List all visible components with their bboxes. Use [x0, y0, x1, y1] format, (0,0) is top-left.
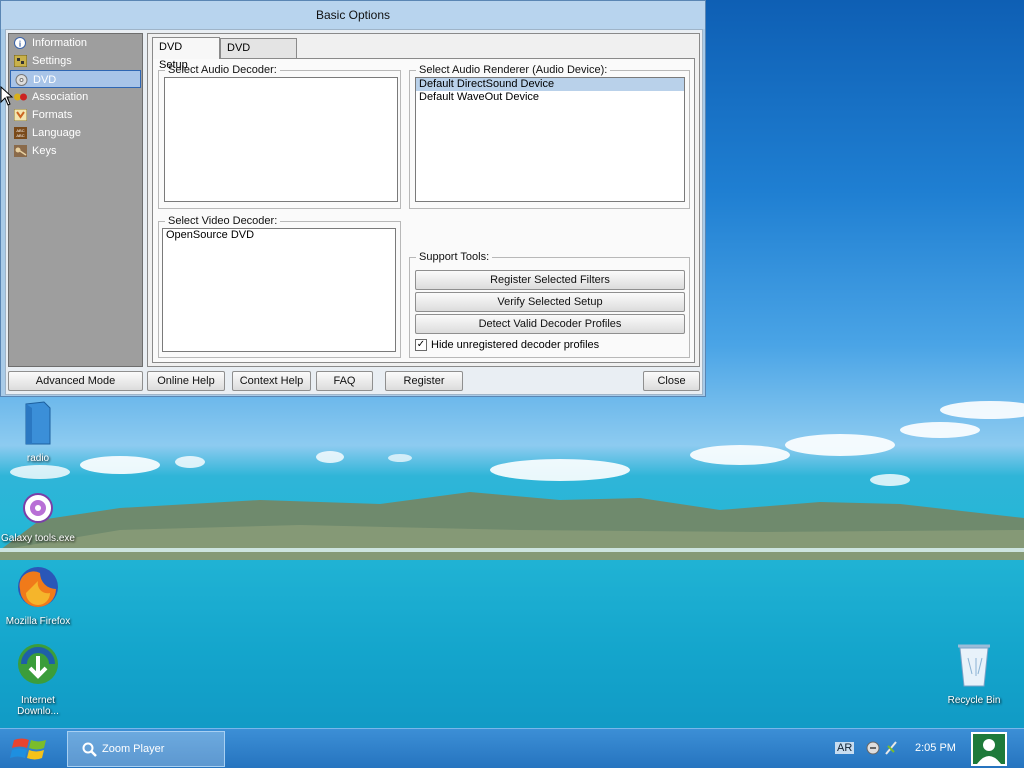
- context-help-button[interactable]: Context Help: [232, 371, 311, 391]
- sidebar-item-label: Association: [32, 91, 89, 103]
- sidebar-item-formats[interactable]: Formats: [10, 106, 141, 124]
- tab-dvd-setup[interactable]: DVD Setup: [152, 37, 220, 71]
- audio-renderer-list[interactable]: Default DirectSound Device Default WaveO…: [415, 77, 685, 202]
- info-icon: i: [14, 37, 27, 49]
- window-title[interactable]: Basic Options: [1, 1, 705, 29]
- tab-dvd-settings[interactable]: DVD Settings: [220, 38, 297, 72]
- desktop-icon-label: Internet Downlo...: [17, 695, 59, 717]
- desktop-icon-galaxy-tools[interactable]: Galaxy tools.exe: [0, 490, 76, 544]
- sidebar-item-language[interactable]: ABC ABC Language: [10, 124, 141, 142]
- desktop-icon-label: Recycle Bin: [947, 695, 1001, 706]
- desktop-icon-idm[interactable]: Internet Downlo...: [0, 642, 76, 717]
- sidebar-item-settings[interactable]: Settings: [10, 52, 141, 70]
- desktop-icon-label: Mozilla Firefox: [5, 616, 71, 627]
- detect-decoder-profiles-button[interactable]: Detect Valid Decoder Profiles: [415, 314, 685, 334]
- sidebar: i Information Settings DVD Association F…: [8, 33, 143, 367]
- list-item[interactable]: Default DirectSound Device: [416, 78, 684, 91]
- volume-icon[interactable]: [866, 741, 880, 755]
- list-item[interactable]: OpenSource DVD: [163, 229, 395, 242]
- dvd-icon: [15, 74, 28, 86]
- hide-unregistered-checkbox[interactable]: ✓ Hide unregistered decoder profiles: [415, 339, 600, 352]
- video-decoder-list[interactable]: OpenSource DVD: [162, 228, 396, 352]
- sidebar-item-label: Language: [32, 127, 81, 139]
- keys-icon: [14, 145, 27, 157]
- galaxy-icon: [0, 490, 76, 529]
- lake-shore: [0, 548, 1024, 552]
- sidebar-item-label: Settings: [32, 55, 72, 67]
- settings-icon: [13, 54, 28, 68]
- network-icon[interactable]: [884, 740, 898, 756]
- advanced-mode-button[interactable]: Advanced Mode: [8, 371, 143, 391]
- desktop-icon-firefox[interactable]: Mozilla Firefox: [0, 565, 76, 627]
- folder-icon: [0, 400, 76, 449]
- close-button[interactable]: Close: [643, 371, 700, 391]
- start-button[interactable]: [0, 730, 62, 768]
- online-help-button[interactable]: Online Help: [147, 371, 225, 391]
- firefox-icon: [0, 565, 76, 612]
- basic-options-window: Basic Options i Information Settings DVD…: [0, 0, 706, 397]
- window-client-area: i Information Settings DVD Association F…: [5, 29, 703, 395]
- association-icon: [14, 91, 27, 103]
- recycle-bin-icon: [936, 642, 1012, 691]
- taskbar-item-zoom-player[interactable]: Zoom Player: [67, 731, 225, 767]
- audio-renderer-label: Select Audio Renderer (Audio Device):: [419, 64, 608, 76]
- user-icon: [977, 739, 1001, 764]
- taskbar: Zoom Player AR 2:05 PM: [0, 728, 1024, 768]
- idm-icon: [0, 642, 76, 691]
- taskbar-item-label: Zoom Player: [102, 743, 165, 755]
- desktop-icon-radio[interactable]: radio: [0, 400, 76, 464]
- dvd-options-panel: DVD Setup DVD Settings Select Audio Deco…: [147, 33, 700, 367]
- sidebar-item-label: Keys: [32, 145, 57, 157]
- desktop-icon-label: radio: [26, 453, 50, 464]
- sidebar-item-label: Information: [32, 37, 88, 49]
- sidebar-item-association[interactable]: Association: [10, 88, 141, 106]
- list-item[interactable]: Default WaveOut Device: [416, 91, 684, 104]
- svg-text:ABC: ABC: [16, 133, 24, 138]
- desktop-icon-recycle-bin[interactable]: Recycle Bin: [936, 642, 1012, 706]
- support-tools-label: Support Tools:: [419, 251, 490, 263]
- desktop-icon-label: Galaxy tools.exe: [1, 533, 75, 544]
- language-indicator[interactable]: AR: [835, 742, 855, 754]
- verify-selected-setup-button[interactable]: Verify Selected Setup: [415, 292, 685, 312]
- sidebar-item-label: DVD: [33, 74, 57, 86]
- sidebar-item-label: Formats: [32, 109, 73, 121]
- windows-logo-icon: [10, 738, 46, 760]
- user-avatar[interactable]: [971, 732, 1007, 766]
- clock[interactable]: 2:05 PM: [915, 742, 956, 754]
- mouse-cursor-icon: [0, 86, 14, 106]
- sidebar-item-keys[interactable]: Keys: [10, 142, 141, 160]
- sidebar-item-information[interactable]: i Information: [10, 34, 141, 52]
- register-selected-filters-button[interactable]: Register Selected Filters: [415, 270, 685, 290]
- video-decoder-label: Select Video Decoder:: [168, 215, 278, 227]
- language-icon: ABC ABC: [14, 127, 27, 139]
- zoom-player-icon: [82, 742, 97, 757]
- formats-icon: [13, 108, 28, 122]
- register-button[interactable]: Register: [385, 371, 463, 391]
- audio-decoder-list[interactable]: [164, 77, 398, 202]
- checkmark-icon: ✓: [415, 339, 427, 352]
- sidebar-item-dvd[interactable]: DVD: [10, 70, 141, 88]
- faq-button[interactable]: FAQ: [316, 371, 373, 391]
- hide-unregistered-label: Hide unregistered decoder profiles: [431, 339, 600, 351]
- tab-content-dvd-setup: Select Audio Decoder: Select Audio Rende…: [152, 58, 695, 363]
